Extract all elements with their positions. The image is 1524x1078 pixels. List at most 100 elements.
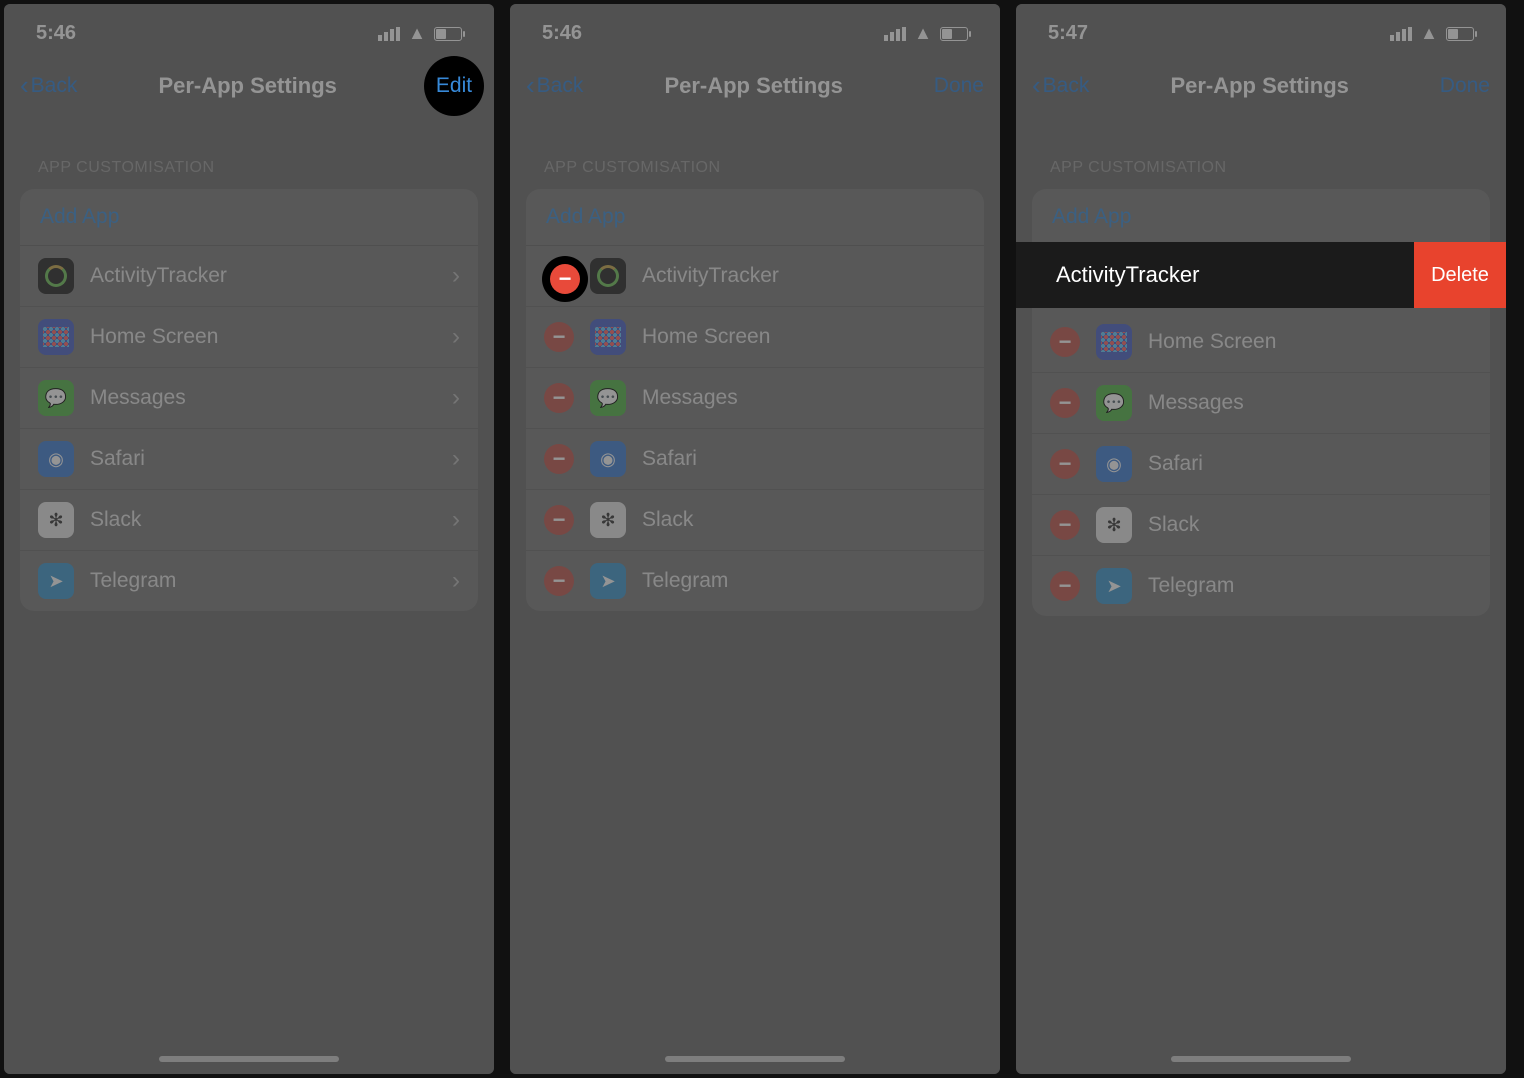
wifi-icon: ▲: [914, 23, 932, 44]
back-label: Back: [537, 74, 584, 98]
activitytracker-icon: [38, 258, 74, 294]
page-title: Per-App Settings: [1170, 73, 1348, 99]
chevron-right-icon: ›: [452, 567, 460, 595]
wifi-icon: ▲: [1420, 23, 1438, 44]
chevron-right-icon: ›: [452, 506, 460, 534]
section-header: APP CUSTOMISATION: [4, 121, 494, 189]
delete-toggle[interactable]: −: [544, 444, 574, 474]
app-list: Add App ActivityTracker › Home Screen › …: [20, 189, 478, 611]
homescreen-icon: [38, 319, 74, 355]
list-item[interactable]: − ✻ Slack: [1032, 495, 1490, 556]
delete-toggle[interactable]: −: [1050, 571, 1080, 601]
cellular-icon: [1390, 27, 1412, 41]
app-label: Home Screen: [1148, 330, 1276, 354]
section-header: APP CUSTOMISATION: [1016, 121, 1506, 189]
add-app-button[interactable]: Add App: [526, 189, 984, 246]
list-item[interactable]: − ◉ Safari: [1032, 434, 1490, 495]
list-item[interactable]: ActivityTracker ›: [20, 246, 478, 307]
chevron-right-icon: ›: [452, 262, 460, 290]
chevron-left-icon: ‹: [20, 78, 29, 94]
safari-icon: ◉: [38, 441, 74, 477]
list-item[interactable]: ➤ Telegram ›: [20, 551, 478, 611]
app-label: Safari: [1148, 452, 1203, 476]
tutorial-highlight-edit: Edit: [424, 56, 484, 116]
back-button[interactable]: ‹ Back: [20, 74, 77, 98]
delete-button[interactable]: Delete: [1414, 242, 1506, 308]
app-label: ActivityTracker: [90, 264, 227, 288]
back-label: Back: [31, 74, 78, 98]
back-button[interactable]: ‹ Back: [526, 74, 583, 98]
wifi-icon: ▲: [408, 23, 426, 44]
app-label: Safari: [90, 447, 145, 471]
add-app-button[interactable]: Add App: [20, 189, 478, 246]
app-label: Messages: [642, 386, 738, 410]
cellular-icon: [378, 27, 400, 41]
edit-button-highlighted[interactable]: Edit: [436, 74, 472, 98]
list-item[interactable]: − ✻ Slack: [526, 490, 984, 551]
nav-bar: ‹ Back Per-App Settings Done: [1016, 51, 1506, 121]
delete-toggle-highlighted[interactable]: −: [550, 264, 580, 294]
delete-toggle[interactable]: −: [544, 322, 574, 352]
home-indicator[interactable]: [159, 1056, 339, 1062]
list-item[interactable]: − Home Screen: [526, 307, 984, 368]
status-icons: ▲: [378, 23, 462, 44]
list-item[interactable]: Home Screen ›: [20, 307, 478, 368]
cellular-icon: [884, 27, 906, 41]
app-label: Slack: [90, 508, 141, 532]
telegram-icon: ➤: [590, 563, 626, 599]
status-bar: 5:46 ▲: [4, 4, 494, 51]
done-button[interactable]: Done: [1430, 74, 1490, 98]
app-label: Slack: [1148, 513, 1199, 537]
app-label: Home Screen: [90, 325, 218, 349]
delete-toggle[interactable]: −: [544, 383, 574, 413]
delete-toggle[interactable]: −: [544, 566, 574, 596]
status-bar: 5:46 ▲: [510, 4, 1000, 51]
safari-icon: ◉: [590, 441, 626, 477]
delete-toggle[interactable]: −: [1050, 327, 1080, 357]
status-icons: ▲: [884, 23, 968, 44]
list-item[interactable]: ◉ Safari ›: [20, 429, 478, 490]
list-item[interactable]: 💬 Messages ›: [20, 368, 478, 429]
back-label: Back: [1043, 74, 1090, 98]
battery-icon: [434, 27, 462, 41]
app-label: Messages: [1148, 391, 1244, 415]
section-header: APP CUSTOMISATION: [510, 121, 1000, 189]
list-item[interactable]: − ◉ Safari: [526, 429, 984, 490]
home-indicator[interactable]: [665, 1056, 845, 1062]
chevron-right-icon: ›: [452, 445, 460, 473]
clock: 5:46: [36, 22, 76, 45]
swiped-app-label[interactable]: ActivityTracker: [1016, 242, 1414, 308]
add-app-button[interactable]: Add App: [1032, 189, 1490, 246]
list-item[interactable]: − 💬 Messages: [526, 368, 984, 429]
messages-icon: 💬: [1096, 385, 1132, 421]
tutorial-highlight-minus: −: [542, 256, 588, 302]
safari-icon: ◉: [1096, 446, 1132, 482]
list-item[interactable]: − Home Screen: [1032, 312, 1490, 373]
home-indicator[interactable]: [1171, 1056, 1351, 1062]
back-button[interactable]: ‹ Back: [1032, 74, 1089, 98]
delete-toggle[interactable]: −: [1050, 449, 1080, 479]
list-item[interactable]: − 💬 Messages: [1032, 373, 1490, 434]
screen-3-swipe-delete: 5:47 ▲ ‹ Back Per-App Settings Done APP …: [1016, 4, 1506, 1074]
app-label: Telegram: [90, 569, 176, 593]
list-item[interactable]: − ➤ Telegram: [526, 551, 984, 611]
app-label: Safari: [642, 447, 697, 471]
homescreen-icon: [590, 319, 626, 355]
homescreen-icon: [1096, 324, 1132, 360]
delete-toggle[interactable]: −: [1050, 388, 1080, 418]
list-item[interactable]: − ActivityTracker: [526, 246, 984, 307]
done-button[interactable]: Done: [924, 74, 984, 98]
page-title: Per-App Settings: [158, 73, 336, 99]
app-list: Add App − ActivityTracker − Home Screen …: [526, 189, 984, 611]
status-bar: 5:47 ▲: [1016, 4, 1506, 51]
page-title: Per-App Settings: [664, 73, 842, 99]
clock: 5:46: [542, 22, 582, 45]
list-item[interactable]: ✻ Slack ›: [20, 490, 478, 551]
telegram-icon: ➤: [1096, 568, 1132, 604]
app-label: Messages: [90, 386, 186, 410]
app-label: Telegram: [1148, 574, 1234, 598]
delete-toggle[interactable]: −: [1050, 510, 1080, 540]
chevron-right-icon: ›: [452, 323, 460, 351]
delete-toggle[interactable]: −: [544, 505, 574, 535]
list-item[interactable]: − ➤ Telegram: [1032, 556, 1490, 616]
